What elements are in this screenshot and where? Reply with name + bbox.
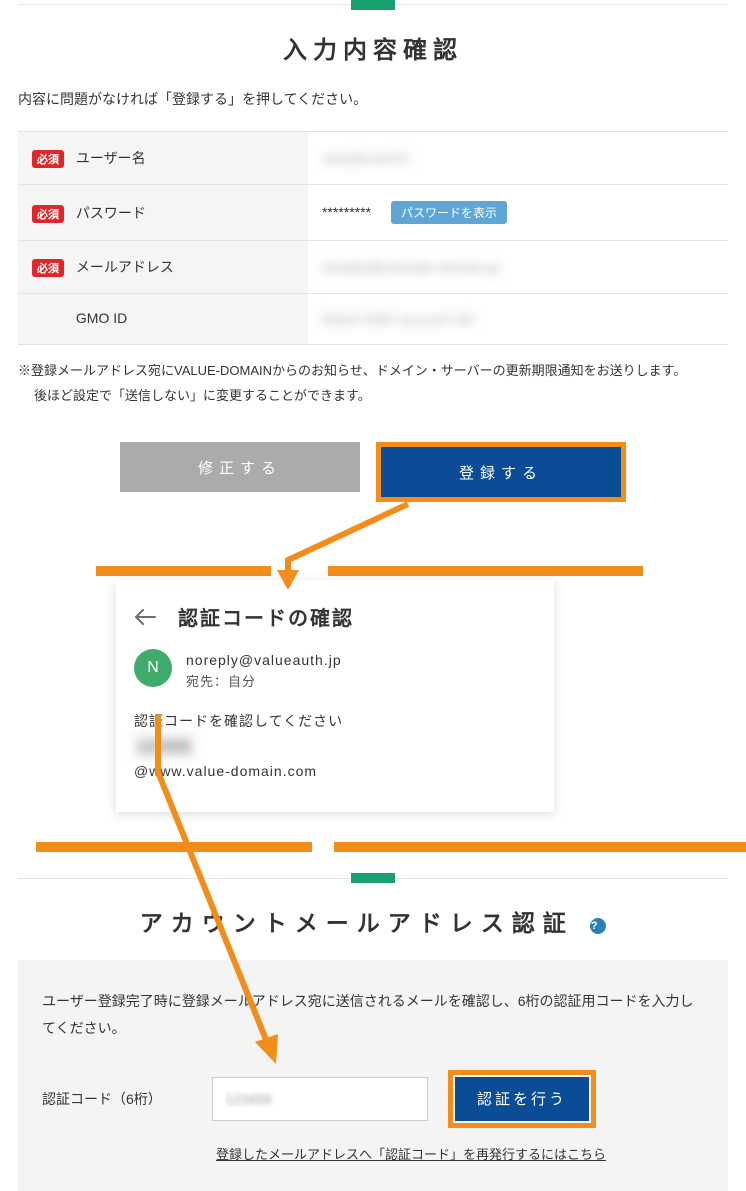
- instruction-text: 内容に問題がなければ「登録する」を押してください。: [18, 89, 728, 109]
- sender-address: noreply@valueauth.jp: [186, 649, 342, 671]
- auth-description: ユーザー登録完了時に登録メールアドレス宛に送信されるメールを確認し、6桁の認証用…: [42, 988, 704, 1041]
- auth-panel: ユーザー登録完了時に登録メールアドレス宛に送信されるメールを確認し、6桁の認証用…: [18, 960, 728, 1190]
- password-masked: *********: [322, 204, 371, 220]
- email-body-line: 認証コードを確認してください: [134, 709, 536, 734]
- required-badge: 必須: [32, 259, 64, 277]
- annotation-bar: [96, 566, 271, 576]
- annotation-bar: [328, 566, 643, 576]
- annotation-bar: [334, 842, 746, 852]
- note-text: ※登録メールアドレス宛にVALUE-DOMAINからのお知らせ、ドメイン・サーバ…: [18, 359, 728, 408]
- annotation-bar: [36, 842, 312, 852]
- required-badge: 必須: [32, 150, 64, 168]
- section-title: アカウントメールアドレス認証 ?: [18, 904, 728, 938]
- edit-button[interactable]: 修正する: [120, 442, 360, 492]
- header-accent-tab: [351, 0, 395, 10]
- username-label: ユーザー名: [76, 150, 146, 166]
- email-value: sample@example-domain.jp: [322, 259, 500, 275]
- recipient-label: 宛先：: [186, 674, 228, 689]
- register-button[interactable]: 登録する: [381, 447, 621, 497]
- username-value: sampleuser01: [322, 150, 410, 166]
- highlight-frame: 登録する: [376, 442, 626, 502]
- email-subject: 認証コードの確認: [178, 602, 354, 631]
- header-separator: [18, 0, 728, 8]
- table-row: 必須 メールアドレス sample@example-domain.jp: [18, 241, 728, 294]
- table-row: 必須 パスワード ********* パスワードを表示: [18, 185, 728, 241]
- gmoid-value: linked GMO account info: [322, 311, 475, 327]
- page-title: 入力内容確認: [18, 30, 728, 65]
- avatar: N: [134, 649, 172, 687]
- auth-code-label: 認証コード（6桁）: [42, 1089, 192, 1109]
- recipient-value: 自分: [228, 674, 256, 689]
- email-preview-card: 認証コードの確認 N noreply@valueauth.jp 宛先：自分 認証…: [116, 580, 554, 812]
- verify-button[interactable]: 認証を行う: [455, 1077, 589, 1121]
- auth-code-input[interactable]: [212, 1077, 428, 1121]
- section-accent-tab: [351, 873, 395, 883]
- password-label: パスワード: [76, 205, 146, 221]
- section-separator: [18, 876, 728, 880]
- help-icon[interactable]: ?: [590, 918, 606, 934]
- table-row: 必須 ユーザー名 sampleuser01: [18, 132, 728, 185]
- auth-code-masked: 123456: [134, 734, 195, 759]
- email-label: メールアドレス: [76, 259, 174, 275]
- table-row: 必須 GMO ID linked GMO account info: [18, 294, 728, 345]
- confirmation-table: 必須 ユーザー名 sampleuser01 必須 パスワード *********…: [18, 131, 728, 345]
- required-badge: 必須: [32, 205, 64, 223]
- show-password-button[interactable]: パスワードを表示: [391, 201, 507, 224]
- resend-code-link[interactable]: 登録したメールアドレスへ「認証コード」を再発行するにはこちら: [216, 1144, 704, 1163]
- email-body-line: @www.value-domain.com: [134, 759, 536, 784]
- back-arrow-icon[interactable]: [134, 606, 156, 628]
- gmoid-label: GMO ID: [76, 310, 127, 326]
